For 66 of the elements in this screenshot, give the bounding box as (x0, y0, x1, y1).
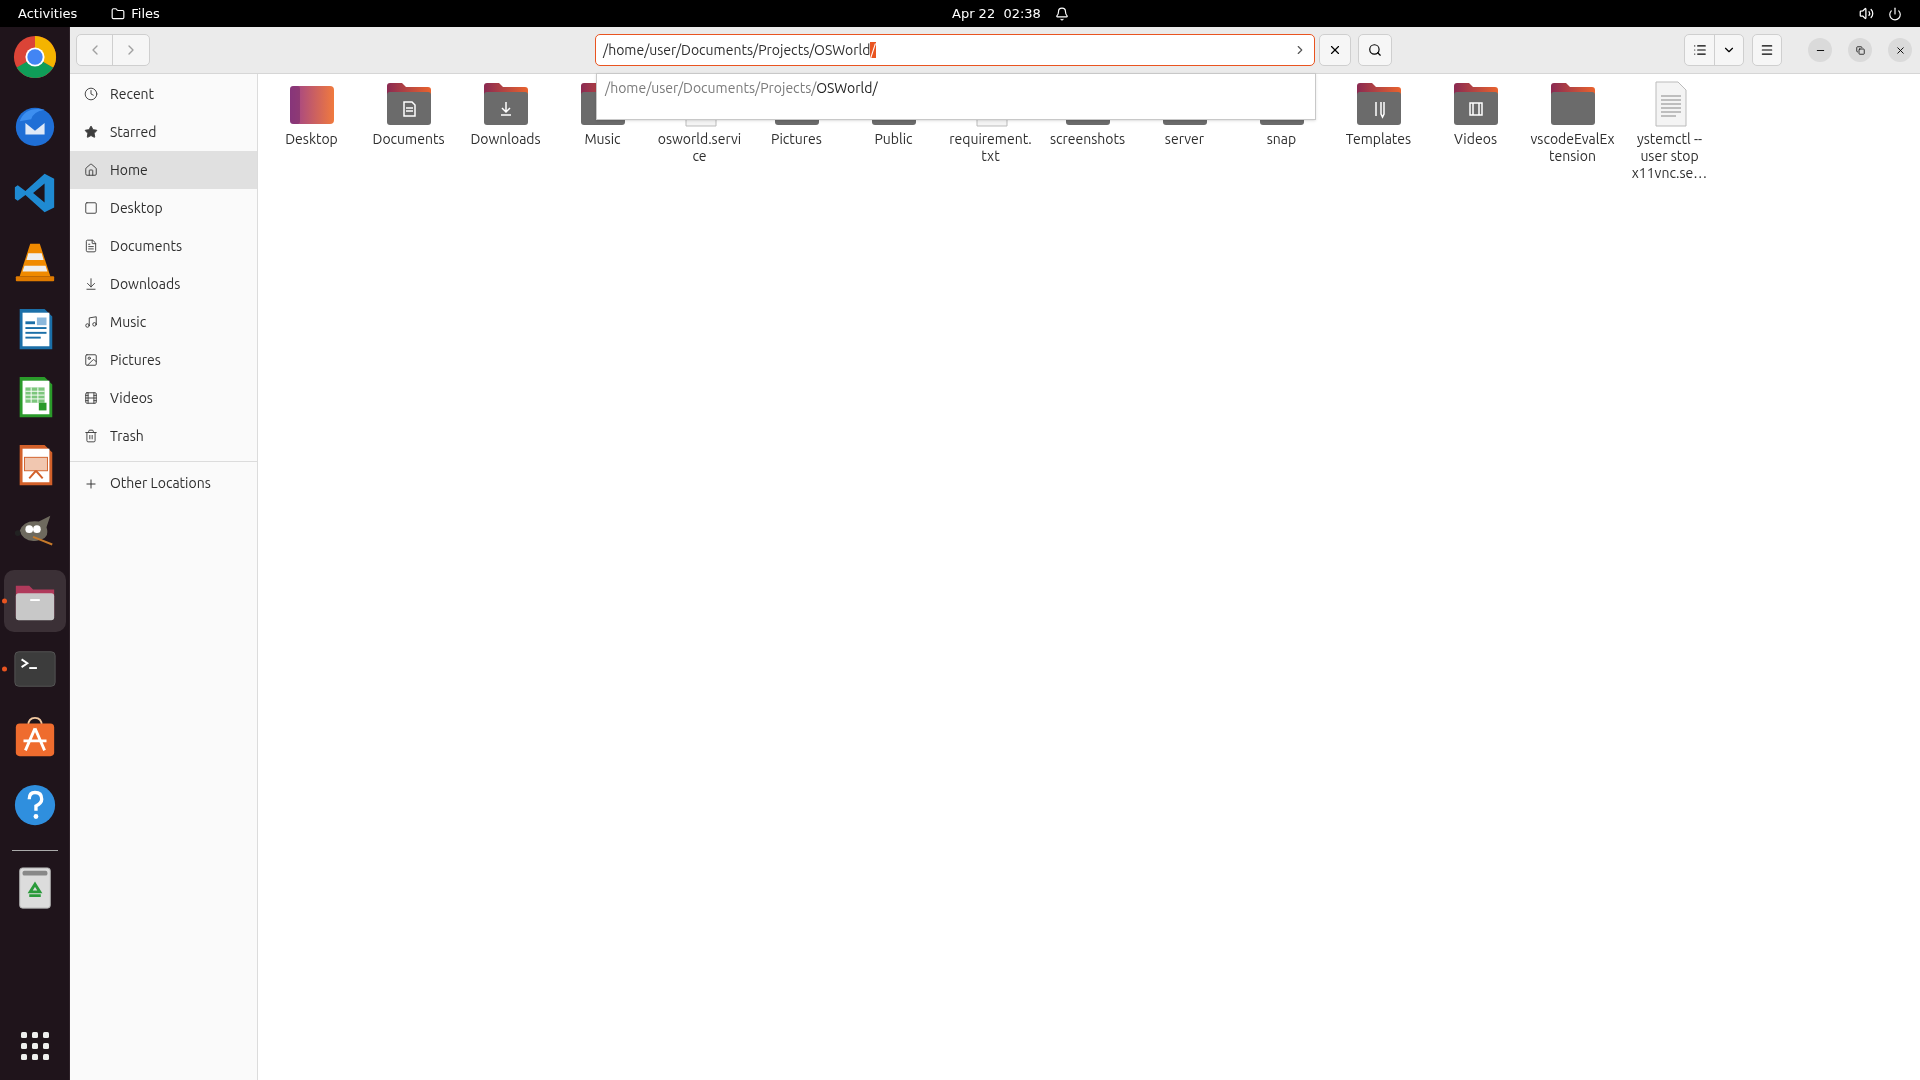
file-name: Public (873, 131, 914, 148)
file-name: requirement.txt (948, 131, 1033, 165)
volume-icon[interactable] (1859, 6, 1874, 21)
app-grid-icon[interactable] (20, 1032, 49, 1060)
file-name: snap (1265, 131, 1298, 148)
power-icon[interactable] (1888, 6, 1902, 21)
file-name: osworld.service (657, 131, 742, 165)
document-icon (84, 239, 98, 253)
notification-icon[interactable] (1054, 6, 1069, 21)
home-icon (84, 163, 98, 177)
search-button[interactable] (1358, 34, 1392, 66)
running-indicator (1, 666, 7, 672)
music-note-icon (84, 315, 98, 329)
sidebar-item[interactable]: Home (70, 151, 257, 189)
completion-text: /home/user/Documents/Projects/OSWorld/ (605, 80, 878, 96)
trash-icon (84, 429, 98, 443)
browser-icon[interactable] (11, 34, 58, 80)
clear-button[interactable] (1319, 34, 1351, 66)
restore-icon (1855, 45, 1865, 55)
sidebar-item[interactable]: Recent (70, 75, 257, 113)
sidebar-item[interactable]: Starred (70, 113, 257, 151)
film-folder-icon (1451, 80, 1500, 128)
file-name: Desktop (284, 131, 339, 148)
ruler-folder-icon (1354, 80, 1403, 128)
document-folder-icon (384, 80, 433, 128)
sidebar-item[interactable]: Trash (70, 417, 257, 455)
file-name: server (1163, 131, 1206, 148)
download-folder-icon (481, 80, 530, 128)
clock[interactable]: Apr 22 02:38 (952, 3, 1041, 24)
maximize-button[interactable] (1848, 38, 1872, 62)
clock-icon (84, 87, 98, 101)
sidebar-item[interactable]: Documents (70, 227, 257, 265)
file-name: Music (583, 131, 622, 148)
download-icon (84, 277, 98, 291)
search-icon (1368, 43, 1382, 57)
file-name: Pictures (770, 131, 823, 148)
film-icon (84, 391, 98, 405)
sidebar-item[interactable]: Downloads (70, 265, 257, 303)
file-name: Templates (1344, 131, 1413, 148)
close-icon (1328, 43, 1342, 57)
file-name: vscodeEvalExtension (1530, 131, 1615, 165)
sidebar-item[interactable]: Desktop (70, 189, 257, 227)
close-button[interactable] (1888, 38, 1912, 62)
sidebar-item[interactable]: Pictures (70, 341, 257, 379)
file-name: screenshots (1048, 131, 1127, 148)
file-name: Videos (1453, 131, 1498, 148)
activities-button[interactable]: Activities (18, 3, 78, 24)
file-name: Downloads (469, 131, 542, 148)
image-icon (84, 353, 98, 367)
star-icon (84, 125, 98, 139)
file-name: ystemctl --user stop x11vnc.se… (1630, 131, 1709, 182)
file-name: Documents (371, 131, 446, 148)
menu-icon (1760, 43, 1774, 57)
plus-icon (84, 476, 98, 491)
sidebar-item[interactable]: Music (70, 303, 257, 341)
close-icon (1894, 44, 1906, 56)
menu-button[interactable] (1752, 34, 1782, 66)
app-menu[interactable]: Files (111, 3, 160, 24)
sidebar-item[interactable]: Videos (70, 379, 257, 417)
desktop-icon (84, 201, 98, 215)
completion-popup[interactable]: /home/user/Documents/Projects/OSWorld/ (596, 73, 1316, 120)
folder-icon (111, 6, 126, 21)
other-locations-item[interactable]: Other Locations (70, 464, 257, 503)
list-icon (1692, 43, 1707, 57)
folder-icon (1548, 80, 1597, 128)
running-indicator (1, 598, 7, 604)
